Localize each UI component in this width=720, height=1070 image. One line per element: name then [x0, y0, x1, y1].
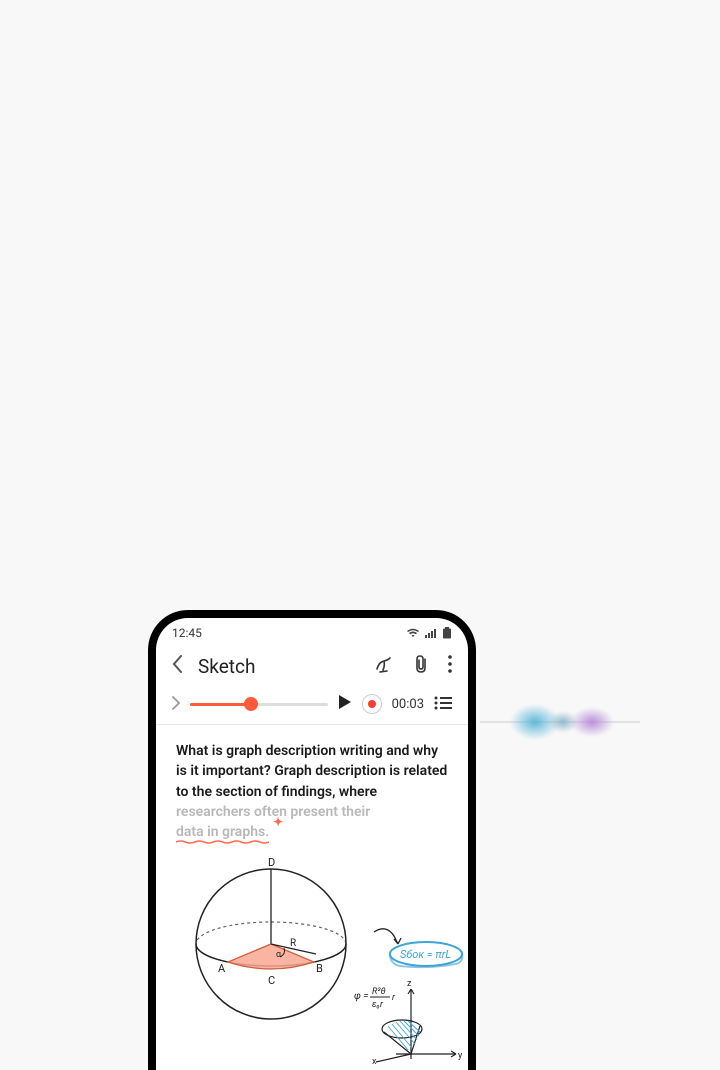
phone-screen: 12:45 Sketch	[156, 618, 468, 1070]
note-paragraph: What is graph description writing and wh…	[176, 741, 448, 842]
formula-1: Sбок = πrL	[400, 948, 451, 961]
record-button[interactable]	[362, 694, 382, 714]
label-R: R	[290, 938, 296, 949]
app-header: Sketch	[156, 644, 468, 688]
page-title: Sketch	[198, 655, 358, 678]
spark-icon: ✦	[273, 814, 283, 831]
sketch-drawing: D A B C R α Sбок = πrL φ = R²θ	[176, 854, 448, 1064]
status-icons	[406, 627, 452, 639]
battery-icon	[442, 627, 452, 639]
wifi-icon	[406, 628, 420, 638]
back-button[interactable]	[172, 655, 182, 677]
attachment-icon[interactable]	[412, 654, 430, 678]
label-B: B	[316, 962, 323, 975]
slider-thumb[interactable]	[244, 697, 258, 711]
formula-2-rhs: r	[392, 993, 396, 1003]
signal-icon	[424, 628, 438, 638]
label-A: A	[218, 962, 226, 975]
formula-2-bot: ε₀r	[372, 1000, 384, 1010]
slider-fill	[190, 703, 251, 706]
note-text-underlined: data in graphs. ✦	[176, 822, 269, 842]
expand-audio-icon[interactable]	[172, 695, 180, 714]
audio-progress-slider[interactable]	[190, 703, 328, 706]
text-recognition-icon[interactable]	[374, 654, 394, 678]
axis-x: x	[372, 1057, 377, 1064]
formula-2-lhs: φ =	[354, 991, 369, 1002]
label-C: C	[268, 974, 275, 987]
axis-z: z	[407, 979, 412, 989]
formula-2-top: R²θ	[372, 987, 386, 997]
voice-wave-decoration	[480, 700, 640, 744]
note-text-main: What is graph description writing and wh…	[176, 743, 447, 800]
phone-frame: 12:45 Sketch	[148, 610, 476, 1070]
record-dot-icon	[368, 700, 376, 708]
recordings-list-button[interactable]	[434, 695, 452, 714]
note-content[interactable]: What is graph description writing and wh…	[156, 725, 468, 1070]
status-bar: 12:45	[156, 618, 468, 644]
label-D: D	[268, 856, 275, 869]
squiggle-underline-icon	[176, 840, 269, 844]
audio-playback-bar: 00:03	[156, 688, 468, 725]
status-time: 12:45	[172, 626, 202, 640]
playback-timer: 00:03	[392, 697, 424, 712]
more-options-icon[interactable]	[448, 655, 452, 677]
play-button[interactable]	[338, 694, 352, 714]
